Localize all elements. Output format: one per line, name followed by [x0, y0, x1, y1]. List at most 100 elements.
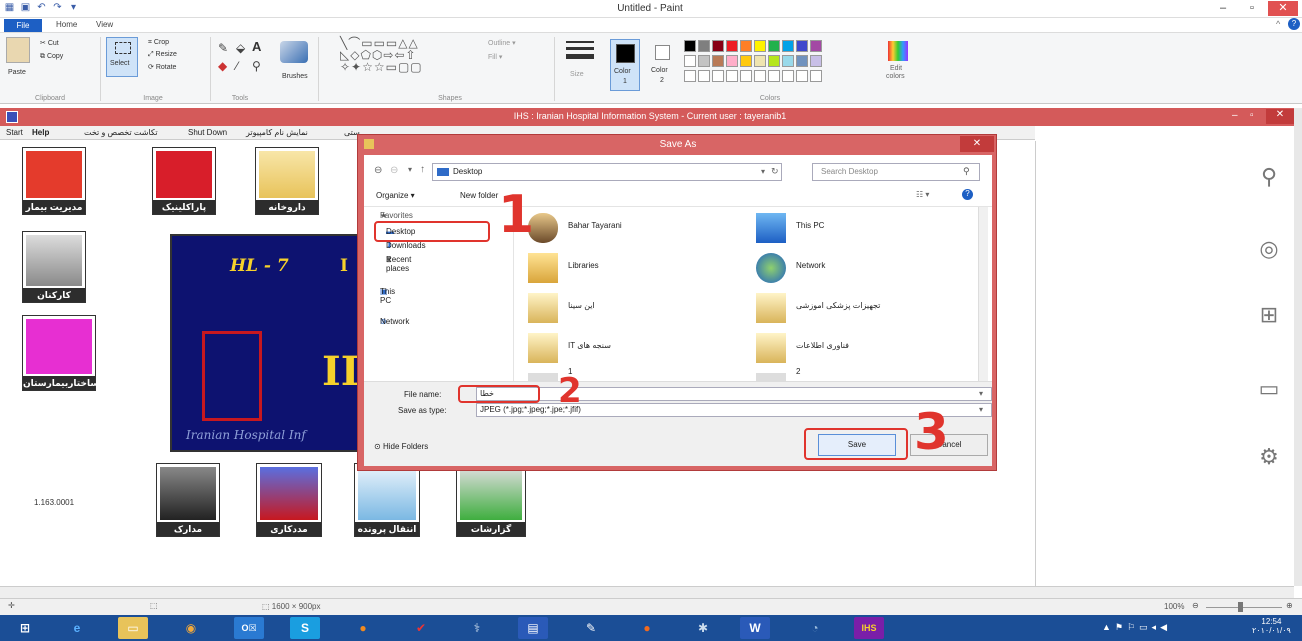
file-explorer-icon[interactable]: ▭: [118, 617, 148, 639]
zoom-slider-thumb[interactable]: [1238, 602, 1243, 612]
file-name-input[interactable]: خطا ▾: [476, 387, 992, 401]
hide-folders-button[interactable]: ⊙ Hide Folders: [374, 442, 428, 451]
color-swatch[interactable]: [768, 55, 780, 67]
color-swatch[interactable]: [754, 55, 766, 67]
file-item[interactable]: فناوری اطلاعات: [752, 331, 972, 365]
color-swatch[interactable]: [782, 70, 794, 82]
color1-button[interactable]: Color 1: [610, 39, 640, 91]
tile-paraclinic[interactable]: پاراکلینیک: [152, 147, 216, 215]
tile-patient-management[interactable]: مدیریت بیمار: [22, 147, 86, 215]
menu-start[interactable]: Start: [6, 128, 23, 137]
text-tool-icon[interactable]: A: [252, 39, 261, 54]
paint-taskbar-icon[interactable]: ◔: [800, 617, 830, 639]
color-swatch[interactable]: [712, 40, 724, 52]
color-swatch[interactable]: [810, 70, 822, 82]
new-folder-button[interactable]: New folder: [460, 191, 498, 200]
app-icon[interactable]: ●: [632, 617, 662, 639]
color-swatch[interactable]: [698, 55, 710, 67]
rotate-button[interactable]: ⟳ Rotate: [148, 63, 176, 71]
file-item[interactable]: Bahar Tayarani: [524, 211, 744, 245]
windows-start-icon[interactable]: ⊞: [1252, 298, 1286, 332]
file-item[interactable]: IT سنجه های: [524, 331, 744, 365]
tab-home[interactable]: Home: [56, 20, 77, 29]
color-swatch[interactable]: [740, 40, 752, 52]
internet-explorer-icon[interactable]: e: [62, 617, 92, 639]
color-swatch[interactable]: [712, 70, 724, 82]
dialog-help-icon[interactable]: ?: [962, 189, 973, 200]
crop-button[interactable]: ⌗ Crop: [148, 39, 169, 47]
color2-button[interactable]: Color 2: [648, 39, 678, 91]
address-bar[interactable]: Desktop ▾ ↻: [432, 163, 782, 181]
ribbon-minimize-icon[interactable]: ^: [1276, 19, 1280, 29]
file-item[interactable]: Network: [752, 251, 972, 285]
ihs-minimize-button[interactable]: –: [1232, 110, 1238, 121]
size-button[interactable]: Size: [570, 71, 584, 78]
paste-button[interactable]: Paste: [8, 69, 26, 76]
minimize-button[interactable]: –: [1210, 1, 1236, 16]
color-swatch[interactable]: [810, 55, 822, 67]
view-options-icon[interactable]: ☷ ▾: [916, 190, 929, 199]
pencil-icon[interactable]: ✎: [218, 41, 228, 55]
refresh-icon[interactable]: ↻: [771, 166, 779, 177]
brushes-icon[interactable]: [280, 41, 308, 63]
file-item[interactable]: این سینا: [524, 291, 744, 325]
back-icon[interactable]: ⊖: [374, 165, 382, 176]
edit-colors-icon[interactable]: [888, 41, 908, 61]
color-swatch[interactable]: [684, 40, 696, 52]
color-swatch[interactable]: [698, 40, 710, 52]
system-tray-icons[interactable]: ▲⚑⚐▭◂◀: [1102, 622, 1171, 633]
devices-icon[interactable]: ▭: [1252, 372, 1286, 406]
eraser-icon[interactable]: ◆: [218, 59, 227, 73]
color-swatch[interactable]: [796, 40, 808, 52]
edit-colors-label-1[interactable]: Edit: [890, 65, 902, 72]
color-swatch[interactable]: [768, 40, 780, 52]
app-icon[interactable]: ✔: [406, 617, 436, 639]
tile-hospital-structure[interactable]: ساختاربیمارستان: [22, 315, 99, 391]
redo-icon[interactable]: ↷: [52, 2, 63, 13]
search-input[interactable]: Search Desktop ⚲: [812, 163, 980, 181]
color-swatch[interactable]: [712, 55, 724, 67]
save-icon[interactable]: ▣: [20, 2, 31, 13]
paste-icon[interactable]: [6, 37, 30, 63]
file-name-dropdown-icon[interactable]: ▾: [979, 389, 983, 398]
tile-reports[interactable]: گزارشات: [456, 463, 526, 537]
app-icon[interactable]: ▤: [518, 617, 548, 639]
history-dropdown-icon[interactable]: ▾: [408, 165, 412, 174]
menu-computer-name[interactable]: نمایش نام کامپیوتر: [246, 128, 308, 137]
tab-file[interactable]: File: [4, 19, 42, 32]
app-icon[interactable]: ⚕: [462, 617, 492, 639]
horizontal-scrollbar[interactable]: [0, 586, 1294, 598]
color-swatch[interactable]: [796, 70, 808, 82]
ihs-maximize-button[interactable]: ▫: [1250, 110, 1254, 121]
color-swatch[interactable]: [726, 55, 738, 67]
file-item[interactable]: Libraries: [524, 251, 744, 285]
app-icon[interactable]: ✎: [576, 617, 606, 639]
app-icon[interactable]: ✱: [688, 617, 718, 639]
color-picker-icon[interactable]: ⁄: [236, 59, 238, 73]
color-swatch[interactable]: [726, 40, 738, 52]
zoom-out-button[interactable]: ⊖: [1192, 601, 1199, 610]
fill-button[interactable]: Fill ▾: [488, 53, 502, 61]
color-swatch[interactable]: [740, 70, 752, 82]
color-swatch[interactable]: [684, 55, 696, 67]
settings-gear-icon[interactable]: ⚙: [1252, 440, 1286, 474]
ihs-close-button[interactable]: ✕: [1266, 109, 1294, 124]
size-lines-icon[interactable]: [566, 41, 594, 59]
file-list-scrollbar[interactable]: [978, 207, 988, 381]
firefox-icon[interactable]: ●: [348, 617, 378, 639]
file-item[interactable]: 1: [524, 367, 744, 381]
zoom-slider[interactable]: [1206, 607, 1282, 608]
tile-social-work[interactable]: مددکاری: [256, 463, 322, 537]
outlook-icon[interactable]: O☒: [234, 617, 264, 639]
address-dropdown-icon[interactable]: ▾: [761, 167, 765, 176]
resize-button[interactable]: ⤢ Resize: [148, 51, 177, 59]
edit-colors-label-2[interactable]: colors: [886, 73, 905, 80]
copy-button[interactable]: ⧉ Copy: [40, 53, 63, 61]
close-button[interactable]: ✕: [1268, 1, 1298, 16]
menu-shutdown[interactable]: Shut Down: [188, 128, 227, 137]
tile-pharmacy[interactable]: داروخانه: [255, 147, 319, 215]
color-swatch[interactable]: [796, 55, 808, 67]
tab-view[interactable]: View: [96, 20, 113, 29]
maximize-button[interactable]: ▫: [1238, 1, 1266, 16]
save-type-dropdown-icon[interactable]: ▾: [979, 405, 983, 414]
